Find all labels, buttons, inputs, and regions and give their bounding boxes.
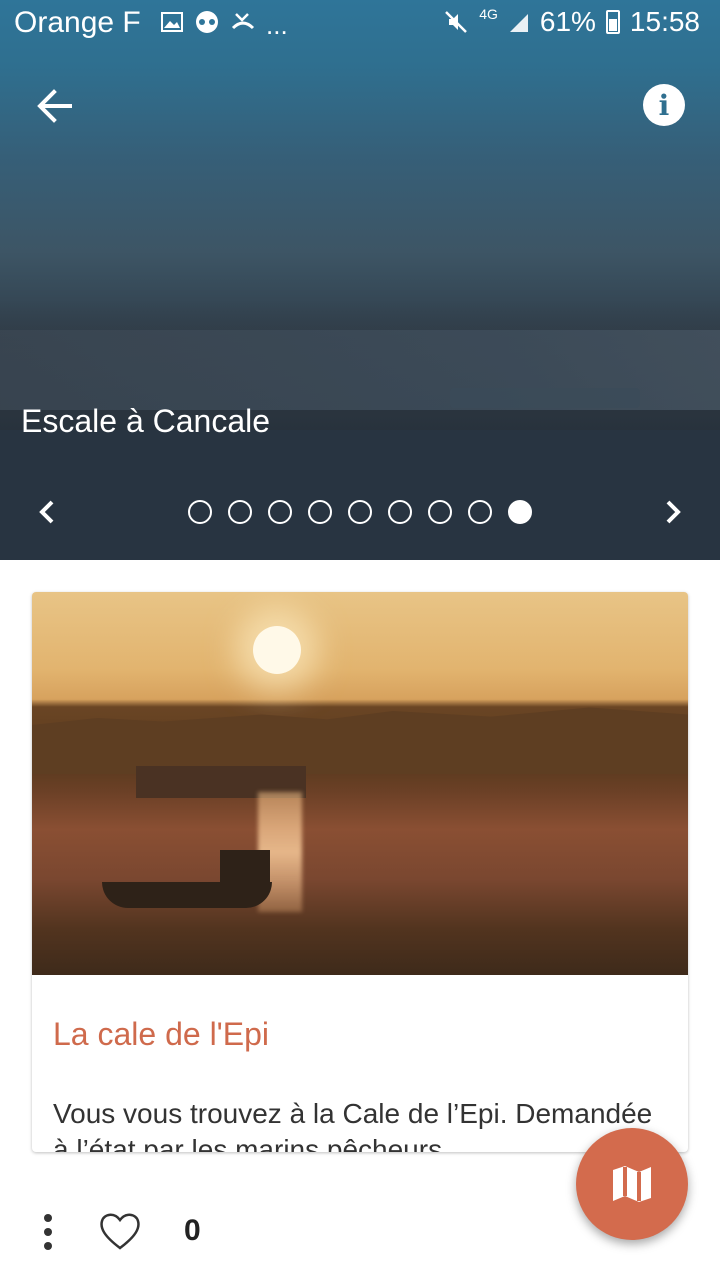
like-count: 0 xyxy=(184,1214,201,1247)
missed-call-icon xyxy=(231,13,255,30)
arrow-back-icon xyxy=(37,89,72,123)
boat xyxy=(102,882,272,908)
screen: Orange F ... 4G 61% 15:58 i Escale à Can… xyxy=(0,0,720,1280)
more-vertical-icon xyxy=(44,1214,52,1222)
sun xyxy=(253,626,301,674)
pager-dot[interactable] xyxy=(188,500,212,524)
pager-dot[interactable] xyxy=(308,500,332,524)
notification-icons: ... xyxy=(160,10,288,41)
chevron-left-icon xyxy=(39,500,54,524)
voicemail-icon xyxy=(196,11,218,33)
info-button[interactable]: i xyxy=(643,84,685,126)
card-title: La cale de l'Epi xyxy=(53,1016,270,1052)
card-description: Vous vous trouvez à la Cale de l’Epi. De… xyxy=(53,1098,653,1152)
image-icon xyxy=(161,12,183,32)
hero-pier xyxy=(450,388,640,408)
overflow-indicator: ... xyxy=(266,10,288,40)
previous-button[interactable] xyxy=(24,488,72,536)
poi-image xyxy=(32,592,688,975)
back-button[interactable] xyxy=(24,80,88,132)
pager-dot[interactable] xyxy=(508,500,532,524)
battery-icon xyxy=(605,10,620,34)
more-dot xyxy=(44,1228,52,1236)
info-icon: i xyxy=(658,88,670,122)
pager-dot[interactable] xyxy=(428,500,452,524)
more-dot xyxy=(44,1242,52,1250)
more-options-button[interactable] xyxy=(32,1208,64,1256)
treeline xyxy=(32,707,688,774)
pager-dot[interactable] xyxy=(268,500,292,524)
hero-image xyxy=(0,0,720,560)
heart-outline-icon xyxy=(100,1213,140,1250)
boat-cabin xyxy=(220,850,270,884)
status-right: 4G 61% 15:58 xyxy=(443,6,700,38)
map-icon xyxy=(613,1166,651,1202)
battery-level: 61% xyxy=(539,6,596,37)
hero-title: Escale à Cancale xyxy=(21,403,271,439)
pager-dot[interactable] xyxy=(468,500,492,524)
next-button[interactable] xyxy=(648,488,696,536)
carrier-label: Orange F xyxy=(14,6,141,39)
pager-dot[interactable] xyxy=(388,500,412,524)
pager-dots xyxy=(188,500,532,524)
status-bar: Orange F ... 4G 61% 15:58 xyxy=(0,0,720,48)
pager-dot[interactable] xyxy=(348,500,372,524)
mute-icon xyxy=(445,11,468,33)
chevron-right-icon xyxy=(666,500,681,524)
signal-icon xyxy=(509,14,528,32)
network-label: 4G xyxy=(479,6,498,22)
clock: 15:58 xyxy=(629,6,700,37)
poi-card[interactable]: La cale de l'Epi Vous vous trouvez à la … xyxy=(32,592,688,1152)
like-button[interactable] xyxy=(96,1204,144,1256)
map-button[interactable] xyxy=(576,1128,688,1240)
carousel-pager xyxy=(0,488,720,536)
pager-dot[interactable] xyxy=(228,500,252,524)
